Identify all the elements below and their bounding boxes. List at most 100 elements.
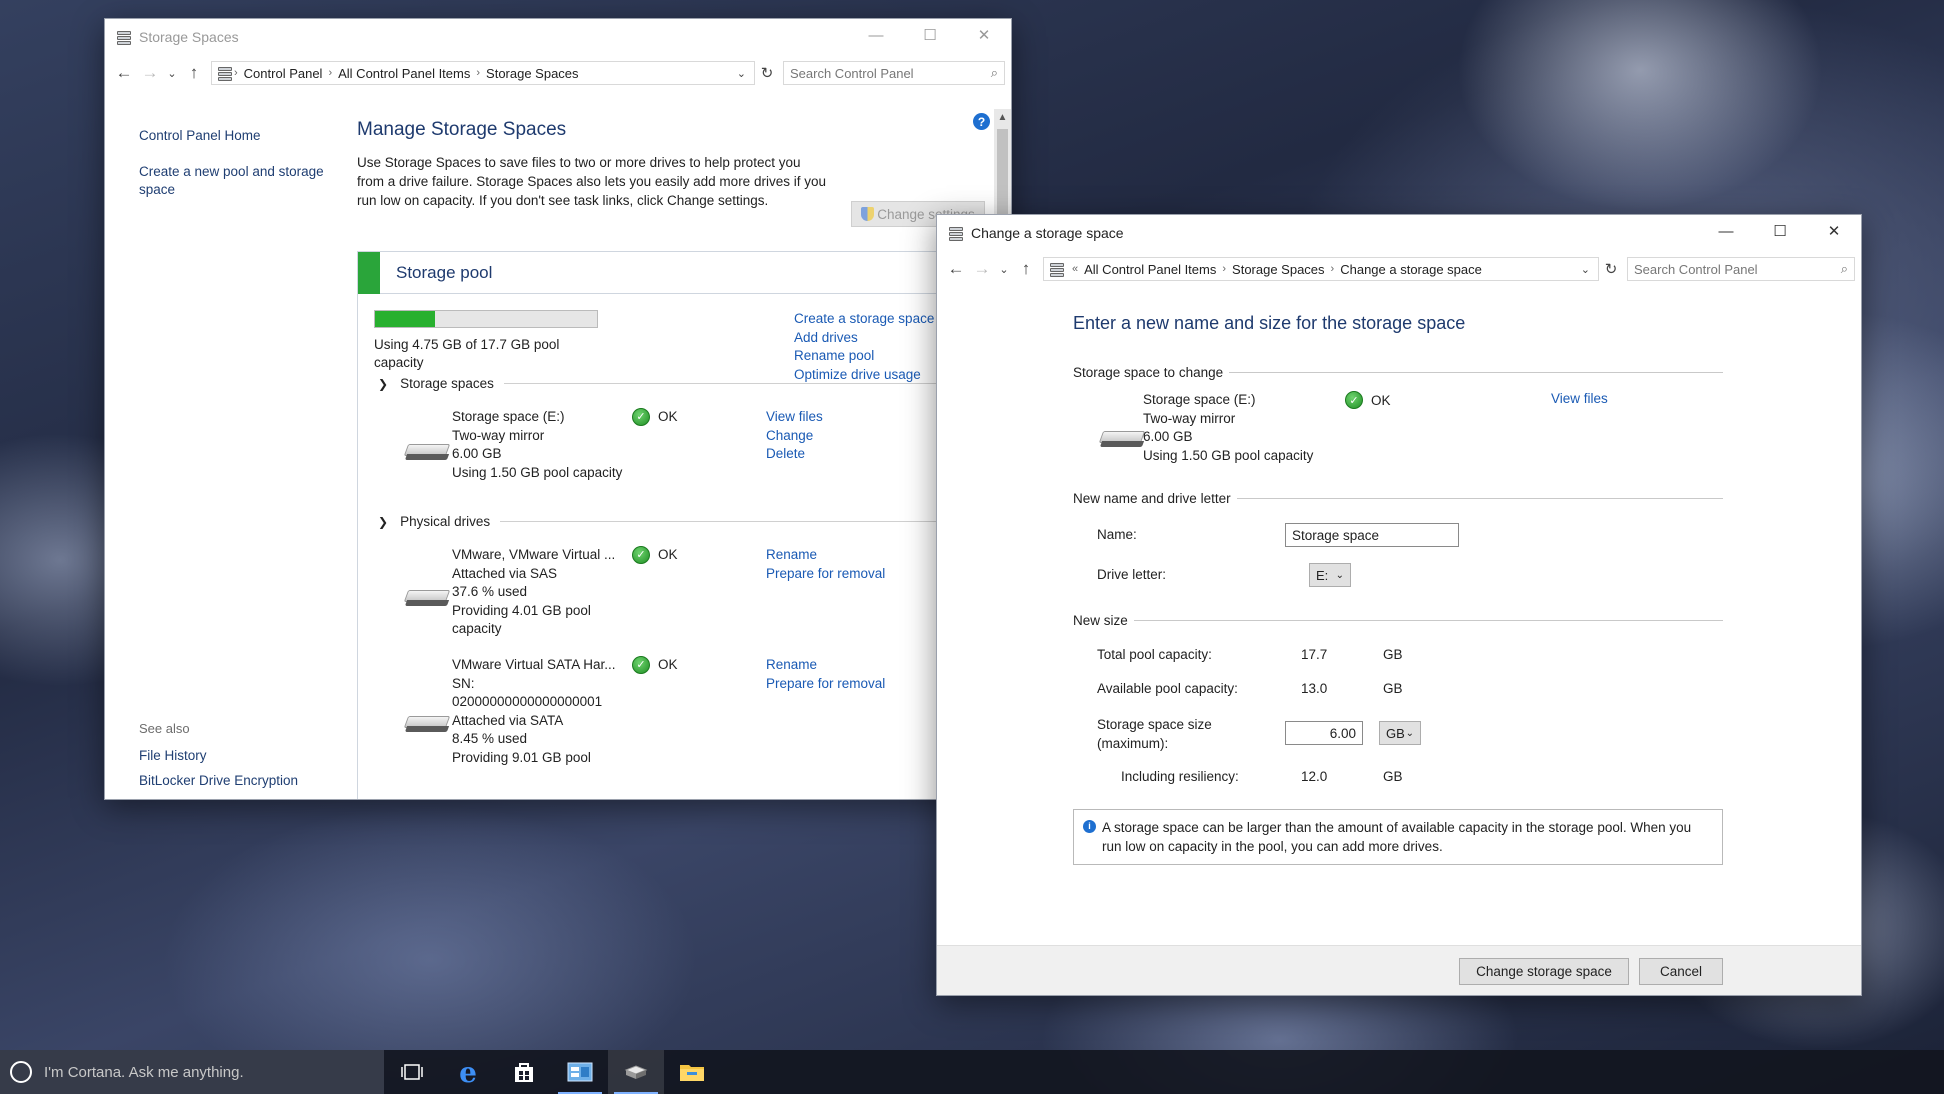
- breadcrumb-all-items[interactable]: All Control Panel Items: [1084, 262, 1216, 277]
- total-pool-value: 17.7: [1301, 647, 1328, 662]
- edge-browser-icon[interactable]: e: [440, 1050, 496, 1094]
- store-icon[interactable]: [496, 1050, 552, 1094]
- see-also-header: See also: [139, 721, 190, 736]
- status-text: OK: [658, 409, 678, 424]
- rename-link[interactable]: Rename: [766, 656, 906, 675]
- breadcrumb-storage-spaces[interactable]: Storage Spaces: [1232, 262, 1325, 277]
- breadcrumb-overflow-icon[interactable]: «: [1072, 263, 1078, 275]
- storage-spaces-taskbar-icon[interactable]: [608, 1050, 664, 1094]
- drive-letter-label: Drive letter:: [1097, 567, 1167, 582]
- chevron-down-icon[interactable]: ❯: [378, 377, 388, 391]
- address-bar[interactable]: › Control Panel › All Control Panel Item…: [211, 61, 755, 85]
- search-box[interactable]: Search Control Panel ⌕: [1627, 257, 1855, 281]
- maximize-button[interactable]: ☐: [903, 19, 957, 51]
- breadcrumb-separator-icon[interactable]: ›: [476, 67, 480, 79]
- close-button[interactable]: ✕: [957, 19, 1011, 51]
- up-arrow-icon[interactable]: ↑: [181, 63, 207, 83]
- forward-arrow-icon[interactable]: →: [137, 63, 163, 83]
- storage-space-status: ✓ OK: [632, 408, 692, 427]
- nav-create-pool[interactable]: Create a new pool and storage space: [139, 163, 339, 199]
- storage-space-status: ✓ OK: [1345, 391, 1391, 409]
- breadcrumb-separator-icon[interactable]: ›: [234, 67, 238, 79]
- cortana-search[interactable]: I'm Cortana. Ask me anything.: [0, 1050, 384, 1094]
- delete-link[interactable]: Delete: [766, 445, 906, 464]
- title-bar[interactable]: Storage Spaces — ☐ ✕: [105, 19, 1011, 55]
- refresh-icon[interactable]: ↻: [1599, 257, 1623, 281]
- nav-control-panel-home[interactable]: Control Panel Home: [139, 127, 339, 145]
- name-input-value: Storage space: [1292, 527, 1380, 543]
- recent-locations-chevron-icon[interactable]: ⌄: [163, 67, 181, 80]
- available-pool-label: Available pool capacity:: [1097, 681, 1238, 696]
- physical-drives-section[interactable]: ❯ Physical drives: [378, 514, 977, 529]
- breadcrumb-change-storage-space[interactable]: Change a storage space: [1340, 262, 1482, 277]
- file-explorer-icon[interactable]: [664, 1050, 720, 1094]
- forward-arrow-icon[interactable]: →: [969, 259, 995, 279]
- address-bar[interactable]: « All Control Panel Items › Storage Spac…: [1043, 257, 1599, 281]
- minimize-button[interactable]: —: [1699, 215, 1753, 247]
- drive-serial: 02000000000000000001: [452, 694, 603, 709]
- drive-status: ✓ OK: [632, 656, 692, 675]
- breadcrumb-separator-icon[interactable]: ›: [1222, 263, 1226, 275]
- section-name-and-letter: New name and drive letter: [1073, 491, 1723, 506]
- change-link[interactable]: Change: [766, 427, 906, 446]
- cancel-button[interactable]: Cancel: [1639, 958, 1723, 985]
- size-unit-value: GB: [1386, 725, 1405, 741]
- search-placeholder: Search Control Panel: [790, 65, 914, 81]
- search-box[interactable]: Search Control Panel ⌕: [783, 61, 1005, 85]
- rename-pool-link[interactable]: Rename pool: [794, 347, 934, 366]
- search-placeholder: Search Control Panel: [1634, 261, 1758, 277]
- drive-letter-select[interactable]: E: ⌄: [1309, 563, 1351, 587]
- add-drives-link[interactable]: Add drives: [794, 329, 934, 348]
- create-storage-space-link[interactable]: Create a storage space: [794, 310, 934, 329]
- drive-details: VMware Virtual SATA Har... SN: 020000000…: [452, 656, 622, 767]
- breadcrumb-all-items[interactable]: All Control Panel Items: [338, 66, 470, 81]
- close-button[interactable]: ✕: [1807, 215, 1861, 247]
- breadcrumb-control-panel[interactable]: Control Panel: [244, 66, 323, 81]
- recent-locations-chevron-icon[interactable]: ⌄: [995, 263, 1013, 276]
- up-arrow-icon[interactable]: ↑: [1013, 259, 1039, 279]
- breadcrumb-separator-icon[interactable]: ›: [328, 67, 332, 79]
- drive-connection: Attached via SATA: [452, 712, 564, 728]
- breadcrumb-separator-icon[interactable]: ›: [1331, 263, 1335, 275]
- back-arrow-icon[interactable]: ←: [111, 63, 137, 83]
- minimize-button[interactable]: —: [849, 19, 903, 51]
- storage-space-resiliency: Two-way mirror: [452, 427, 545, 443]
- view-files-link[interactable]: View files: [766, 408, 906, 427]
- drive-serial-label: SN:: [452, 675, 475, 691]
- pool-header[interactable]: Storage pool OK: [358, 251, 977, 294]
- section-label: Storage space to change: [1073, 365, 1224, 380]
- prepare-for-removal-link[interactable]: Prepare for removal: [766, 565, 906, 584]
- view-files-link[interactable]: View files: [1551, 391, 1608, 406]
- address-dropdown-icon[interactable]: ⌄: [1577, 263, 1594, 276]
- size-unit-select[interactable]: GB ⌄: [1379, 721, 1421, 745]
- scroll-up-icon[interactable]: ▲: [994, 109, 1011, 126]
- title-bar[interactable]: Change a storage space — ☐ ✕: [937, 215, 1861, 251]
- dialog-footer: Change storage space Cancel: [937, 945, 1861, 995]
- see-also-bitlocker[interactable]: BitLocker Drive Encryption: [139, 773, 298, 788]
- rename-link[interactable]: Rename: [766, 546, 906, 565]
- drive-providing: Providing 4.01 GB pool capacity: [452, 602, 591, 637]
- name-input[interactable]: Storage space: [1285, 523, 1459, 547]
- back-arrow-icon[interactable]: ←: [943, 259, 969, 279]
- prepare-for-removal-link[interactable]: Prepare for removal: [766, 675, 906, 694]
- see-also-file-history[interactable]: File History: [139, 748, 298, 763]
- drive-name: VMware Virtual SATA Har...: [452, 657, 616, 672]
- storage-spaces-section[interactable]: ❯ Storage spaces: [378, 376, 977, 391]
- size-input[interactable]: 6.00: [1285, 721, 1363, 745]
- change-storage-space-button[interactable]: Change storage space: [1459, 958, 1629, 985]
- chevron-down-icon: ⌄: [1405, 727, 1414, 739]
- chevron-down-icon[interactable]: ❯: [378, 515, 388, 529]
- breadcrumb-storage-spaces[interactable]: Storage Spaces: [486, 66, 579, 81]
- address-dropdown-icon[interactable]: ⌄: [733, 67, 750, 80]
- pool-links: Create a storage space Add drives Rename…: [794, 310, 934, 384]
- maximize-button[interactable]: ☐: [1753, 215, 1807, 247]
- storage-space-usage: Using 1.50 GB pool capacity: [452, 464, 623, 480]
- task-view-icon[interactable]: [384, 1050, 440, 1094]
- drive-links: Rename Prepare for removal: [766, 546, 906, 583]
- control-panel-taskbar-icon[interactable]: [552, 1050, 608, 1094]
- change-storage-space-window: Change a storage space — ☐ ✕ ← → ⌄ ↑ « A…: [936, 214, 1862, 996]
- control-panel-icon: [1048, 261, 1066, 277]
- pool-capacity-bar: [374, 310, 598, 328]
- refresh-icon[interactable]: ↻: [755, 61, 779, 85]
- section-new-size: New size: [1073, 613, 1723, 628]
